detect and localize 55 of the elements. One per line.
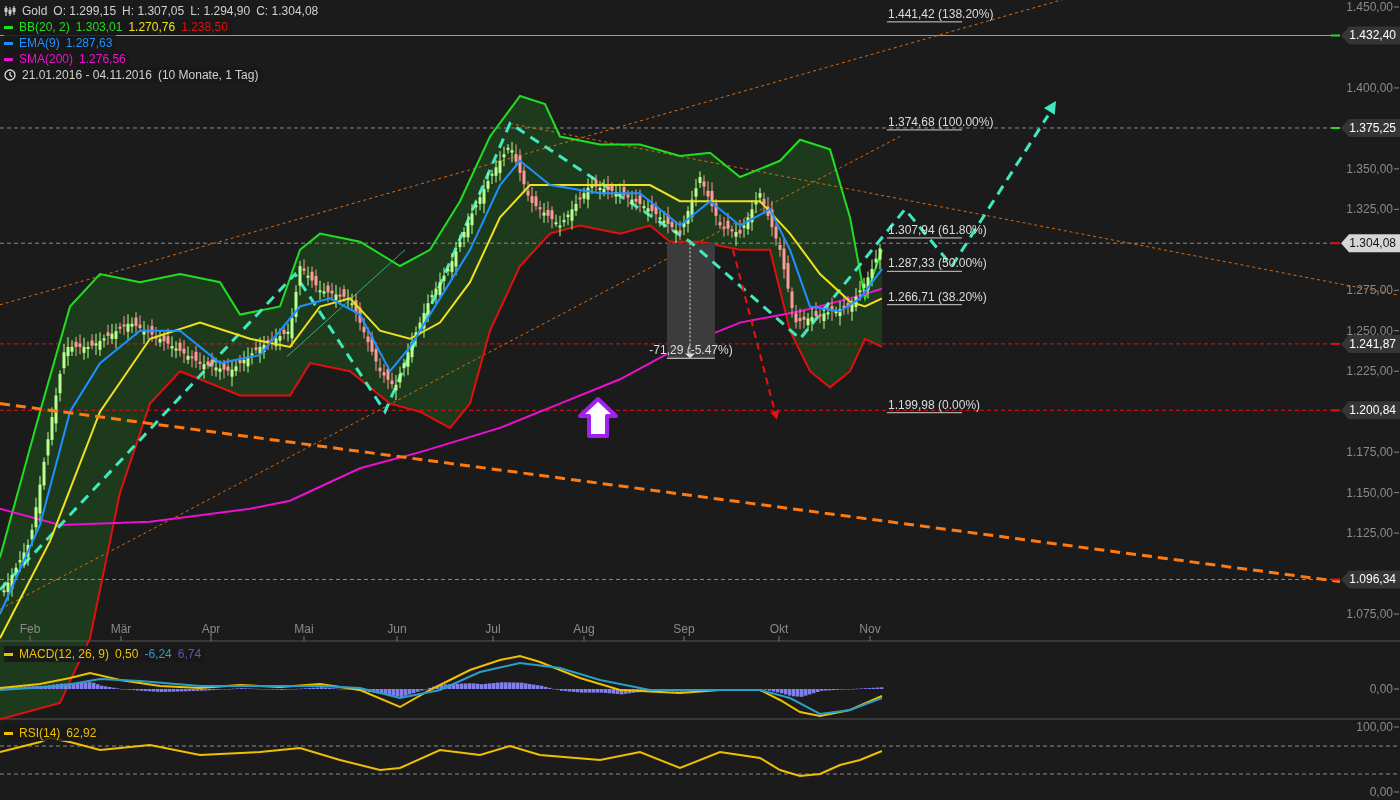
month-label: Mai [294, 622, 314, 636]
indicator-value: 1.287,63 [65, 36, 113, 50]
indicator-value: 1.276,56 [79, 52, 126, 66]
measurement-label: -71,29 (-5.47%) [649, 343, 733, 357]
price-axis-label: 1.400,00 [1346, 80, 1393, 95]
month-label: Okt [769, 622, 789, 636]
price-marker: 1.432,40 [1341, 26, 1400, 45]
price-marker: 1.241,87 [1341, 334, 1400, 353]
month-label: Mär [110, 622, 132, 636]
price-axis-label: 1.450,00 [1346, 0, 1393, 14]
indicator-value: -6,24 [144, 647, 172, 661]
indicator-name: EMA(9) [19, 36, 60, 50]
indicator-value: 6,74 [177, 647, 202, 661]
price-marker: 1.096,34 [1341, 570, 1400, 589]
month-label: Feb [19, 622, 41, 636]
date-range: 21.01.2016 - 04.11.2016 [22, 68, 152, 82]
price-axis-label: 1.350,00 [1346, 161, 1393, 176]
indicator-value: 1.270,76 [128, 20, 176, 34]
indicator-value: 0,50 [115, 647, 139, 661]
indicator-value: 62,92 [66, 726, 97, 740]
month-label: Apr [201, 622, 221, 636]
indicator-value: 1.303,01 [75, 20, 123, 34]
price-axis-label: 1.175,00 [1346, 445, 1393, 460]
fibonacci-label: 1.266,71 (38.20%) [888, 289, 987, 304]
fibonacci-label: 1.441,42 (138.20%) [888, 6, 994, 21]
indicator-name: MACD(12, 26, 9) [19, 647, 110, 661]
period-duration: (10 Monate, 1 Tag) [157, 68, 259, 82]
symbol-name: Gold [22, 4, 48, 18]
fibonacci-label: 1.199,98 (0.00%) [888, 397, 981, 412]
ohlc-value: L: 1.294,90 [190, 4, 251, 18]
price-marker: 1.200,84 [1341, 401, 1400, 420]
month-label: Aug [573, 622, 595, 636]
price-marker: 1.304,08 [1341, 234, 1400, 253]
price-marker: 1.375,25 [1341, 119, 1400, 137]
macd-axis-label: 0,00 [1369, 682, 1393, 696]
price-axis-label: 1.125,00 [1346, 526, 1393, 541]
rsi-axis-label: 0,00 [1369, 785, 1393, 799]
price-axis-label: 1.075,00 [1346, 607, 1393, 621]
indicator-name: RSI(14) [19, 726, 61, 740]
indicator-name: BB(20, 2) [19, 20, 70, 34]
price-axis-label: 1.325,00 [1346, 202, 1393, 217]
indicator-value: 1.238,50 [181, 20, 228, 34]
ohlc-value: H: 1.307,05 [122, 4, 185, 18]
ohlc-value: O: 1.299,15 [53, 4, 117, 18]
fibonacci-label: 1.287,33 (50.00%) [888, 256, 987, 271]
rsi-axis-label: 100,00 [1356, 720, 1393, 734]
month-label: Nov [859, 622, 881, 636]
month-label: Jun [387, 622, 407, 636]
month-label: Sep [673, 622, 695, 636]
month-label: Jul [485, 622, 501, 636]
indicator-name: SMA(200) [19, 52, 74, 66]
price-axis-label: 1.150,00 [1346, 485, 1393, 500]
ohlc-value: C: 1.304,08 [256, 4, 319, 18]
price-axis-label: 1.225,00 [1346, 364, 1393, 379]
fibonacci-label: 1.374,68 (100.00%) [888, 114, 994, 129]
